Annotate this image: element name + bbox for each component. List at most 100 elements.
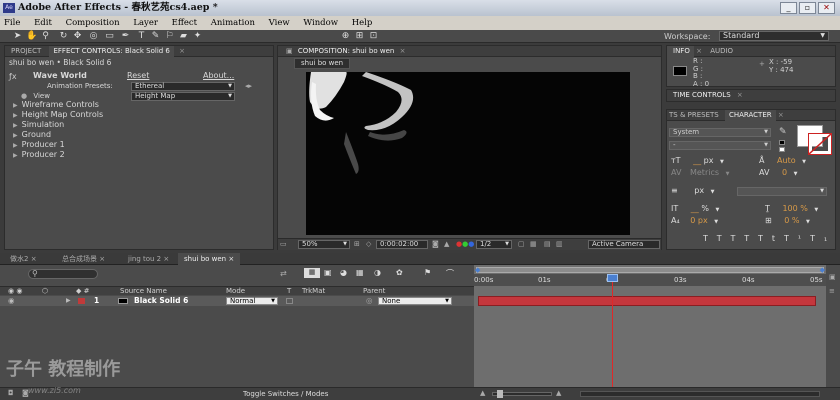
animation-presets-dropdown[interactable]: Ethereal ▼ (131, 82, 235, 91)
cti-head-icon[interactable] (607, 274, 618, 282)
switches-toggle-icon[interactable]: ◘ (8, 389, 14, 397)
blend-mode-dropdown[interactable]: Normal ▼ (226, 297, 278, 305)
fx-badge-icon[interactable]: ƒx (9, 72, 19, 82)
faux-bold-icon[interactable]: T (703, 234, 717, 243)
tracking-value[interactable]: 0 (782, 168, 787, 177)
menu-view[interactable]: View (269, 18, 290, 28)
menu-layer[interactable]: Layer (133, 18, 158, 28)
effect-reset-link[interactable]: Reset (127, 71, 149, 81)
hide-shy-layers-icon[interactable]: ◕ (340, 268, 347, 277)
stroke-style-dropdown[interactable]: ▼ (737, 187, 827, 196)
mask-visibility-icon[interactable]: ◇ (366, 240, 371, 248)
eraser-tool-icon[interactable]: ▰ (178, 31, 189, 42)
view-dropdown[interactable]: Height Map ▼ (131, 92, 235, 101)
timeline-scrollbar[interactable] (580, 391, 820, 397)
work-area-bar[interactable]: ◆ ◆ (475, 266, 825, 274)
baseline-value[interactable]: 0 px (690, 216, 707, 225)
tab-close-icon[interactable]: × (228, 255, 234, 263)
work-area-end-icon[interactable]: ◆ (820, 266, 825, 274)
layer-label-color[interactable] (78, 298, 85, 304)
comp-mini-flowchart-icon[interactable]: ⇄ (280, 269, 287, 278)
camera-tool-icon[interactable]: ✥ (72, 31, 83, 42)
maximize-button[interactable]: ▫ (799, 2, 816, 14)
zoom-slider-thumb[interactable] (497, 390, 503, 398)
horizontal-scale-value[interactable]: 100 % (782, 204, 807, 213)
comp-button-icon[interactable]: ▣ (829, 273, 836, 281)
eyedropper-icon[interactable]: ✎ (779, 127, 787, 137)
source-name-header[interactable]: Source Name (120, 287, 167, 296)
font-family-dropdown[interactable]: System ▼ (669, 128, 771, 137)
tab-close-icon[interactable]: × (696, 47, 702, 55)
tab-project[interactable]: PROJECT (5, 47, 47, 55)
timeline-tab[interactable]: 做水2 × (10, 253, 37, 265)
composition-viewer[interactable] (306, 72, 630, 235)
layer-row[interactable]: ◉ ▶ 1 Black Solid 6 Normal ▼ ◎ None ▼ (0, 296, 474, 306)
menu-help[interactable]: Help (352, 18, 373, 28)
timeline-tab[interactable]: jing tou 2 × (128, 253, 169, 265)
local-axis-icon[interactable]: ⊕ (340, 31, 351, 42)
kerning-value[interactable]: Metrics (690, 168, 719, 177)
text-tool-icon[interactable]: T (136, 31, 147, 42)
draft-3d-toggle-icon[interactable]: ▣ (324, 268, 332, 277)
expand-triangle-icon[interactable]: ▶ (13, 112, 18, 119)
brush-tool-icon[interactable]: ✎ (150, 31, 161, 42)
expand-triangle-icon[interactable]: ▶ (13, 122, 18, 129)
work-area-start-icon[interactable]: ◆ (475, 266, 480, 274)
title-safe-icon[interactable]: ⊞ (354, 240, 360, 248)
zoom-in-icon[interactable]: ▲ (556, 389, 561, 397)
vertical-scale-value[interactable]: __ (691, 204, 699, 213)
visibility-eye-icon[interactable]: ◉ (8, 296, 15, 306)
roto-brush-tool-icon[interactable]: ✦ (192, 31, 203, 42)
clone-stamp-tool-icon[interactable]: ⚐ (164, 31, 175, 42)
effect-about-link[interactable]: About... (203, 71, 234, 81)
all-caps-icon[interactable]: TT (731, 234, 759, 243)
faux-italic-icon[interactable]: T (717, 234, 731, 243)
view-axis-icon[interactable]: ⊡ (368, 31, 379, 42)
workspace-dropdown[interactable]: Standard ▼ (719, 31, 829, 41)
menu-effect[interactable]: Effect (172, 18, 197, 28)
pick-whip-icon[interactable]: ◎ (366, 296, 373, 306)
brainstorm-icon[interactable]: ✿ (396, 268, 403, 277)
show-snapshot-icon[interactable]: ▲ (444, 240, 449, 248)
auto-keyframe-icon[interactable]: ⚑ (424, 268, 431, 277)
channel-icon[interactable]: ●●● (456, 240, 474, 248)
tab-close-icon[interactable]: × (99, 255, 105, 263)
lock-icon[interactable]: ▣ (278, 47, 296, 55)
tab-close-icon[interactable]: × (179, 47, 185, 55)
fast-previews-icon[interactable]: ▥ (556, 240, 563, 248)
panel-menu-icon[interactable]: ≡ (829, 287, 835, 295)
live-update-icon[interactable]: ▦ (304, 268, 320, 278)
small-caps-icon[interactable]: Tt (758, 234, 784, 243)
transparency-grid-icon[interactable]: ▦ (530, 240, 537, 248)
stopwatch-icon[interactable]: ● (21, 92, 27, 100)
tab-info[interactable]: INFO (667, 46, 694, 57)
graph-editor-icon[interactable]: ⌒ (446, 268, 454, 279)
zoom-tool-icon[interactable]: ⚲ (40, 31, 51, 42)
rectangle-tool-icon[interactable]: ▭ (104, 31, 115, 42)
parent-dropdown[interactable]: None ▼ (378, 297, 452, 305)
pen-tool-icon[interactable]: ✒ (120, 31, 131, 42)
close-button[interactable]: ✕ (818, 2, 835, 14)
comp-breadcrumb-tab[interactable]: shui bo wen (294, 58, 351, 69)
tab-character[interactable]: CHARACTER (724, 110, 776, 121)
font-style-dropdown[interactable]: - ▼ (669, 141, 771, 150)
menu-edit[interactable]: Edit (34, 18, 52, 28)
faux-style-buttons[interactable]: TTTTTtT¹T₁ (703, 234, 836, 243)
tab-close-icon[interactable]: × (31, 255, 37, 263)
tab-audio[interactable]: AUDIO (704, 47, 733, 55)
expand-triangle-icon[interactable]: ▶ (13, 132, 18, 139)
timeline-tab-active[interactable]: shui bo wen × (178, 253, 241, 265)
layer-name[interactable]: Black Solid 6 (134, 296, 188, 306)
time-ruler[interactable]: 0:00s 01s 02s 03s 04s 05s (474, 274, 826, 286)
toggle-viewer-icon[interactable]: ▭ (280, 240, 287, 248)
expand-triangle-icon[interactable]: ▶ (13, 102, 18, 109)
expand-triangle-icon[interactable]: ▶ (66, 296, 71, 306)
selection-tool-icon[interactable]: ➤ (12, 31, 23, 42)
hand-tool-icon[interactable]: ✋ (26, 31, 37, 42)
mode-header[interactable]: Mode (226, 287, 245, 296)
layer-search-field[interactable]: ⚲ (28, 269, 98, 279)
time-graph[interactable]: ◆ ◆ 0:00s 01s 02s 03s 04s 05s (474, 265, 826, 387)
snapshot-icon[interactable]: ◙ (432, 240, 439, 248)
tab-close-icon[interactable]: × (778, 111, 784, 119)
pan-behind-tool-icon[interactable]: ◎ (88, 31, 99, 42)
